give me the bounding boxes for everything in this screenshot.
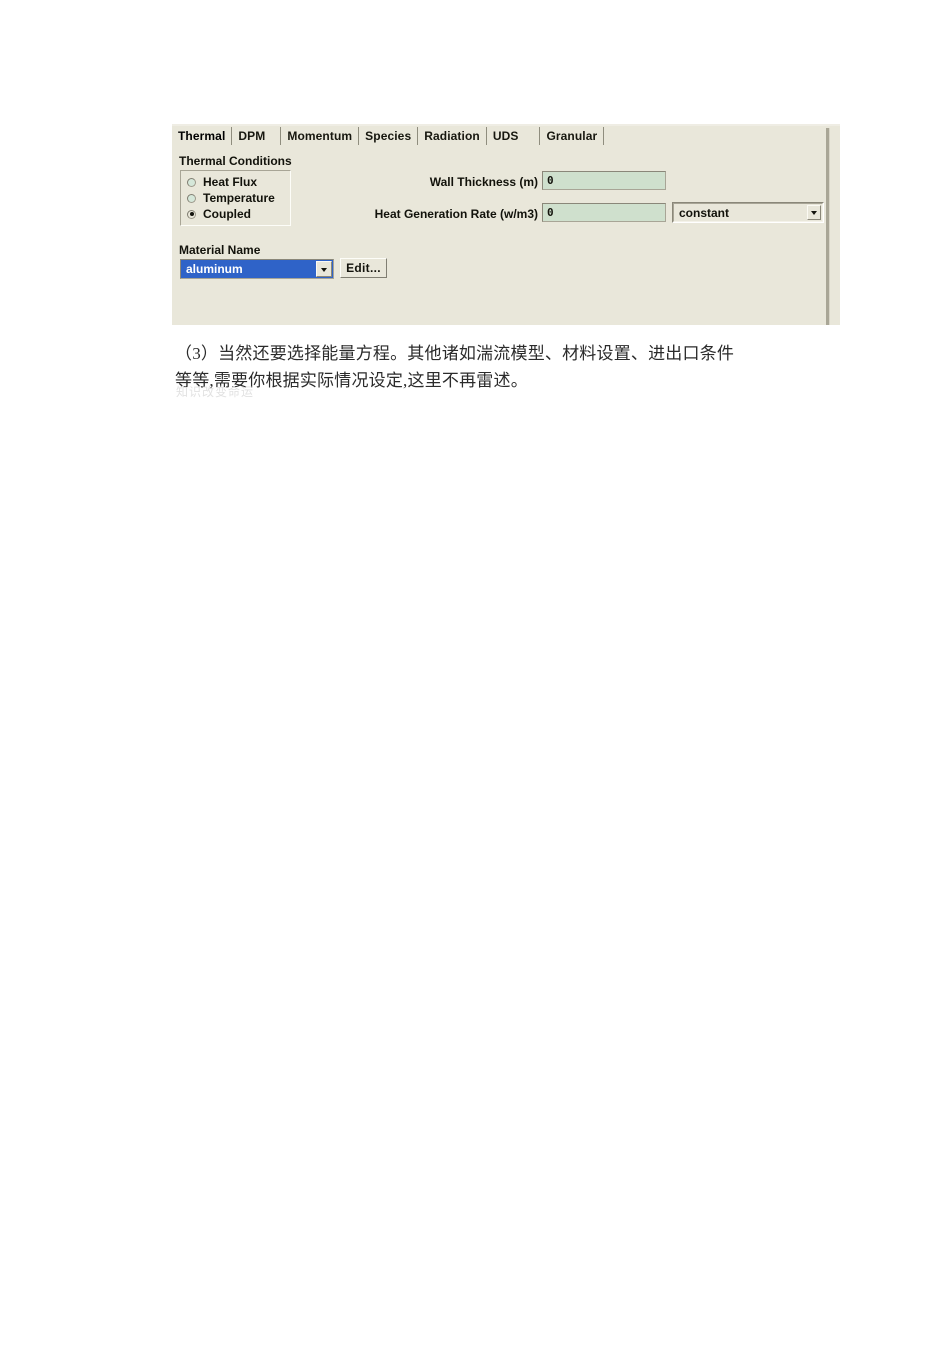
radio-option-heat-flux[interactable]: Heat Flux — [187, 174, 257, 190]
paragraph-line-1: （3）当然还要选择能量方程。其他诸如湍流模型、材料设置、进出口条件 — [175, 344, 735, 363]
tab-momentum[interactable]: Momentum — [281, 127, 359, 145]
radio-option-temperature[interactable]: Temperature — [187, 190, 275, 206]
page-watermark: 知识改变命运 — [176, 385, 255, 399]
thermal-conditions-label: Thermal Conditions — [179, 154, 292, 168]
tab-dpm-label: DPM — [238, 129, 266, 143]
heat-generation-rate-method-value: constant — [679, 205, 730, 220]
tab-dpm[interactable]: DPM — [232, 127, 282, 145]
tab-bar: Thermal DPM Momentum Species Radiation U… — [172, 127, 840, 147]
panel-right-divider — [826, 128, 829, 325]
material-name-value: aluminum — [186, 262, 243, 276]
tab-momentum-label: Momentum — [287, 129, 353, 143]
radio-temperature-icon[interactable] — [187, 193, 196, 203]
tab-thermal[interactable]: Thermal — [172, 127, 233, 145]
tab-granular-label: Granular — [546, 129, 598, 143]
radio-coupled-label: Coupled — [203, 207, 251, 221]
tab-species-label: Species — [365, 129, 412, 143]
heat-generation-rate-label: Heat Generation Rate (w/m3) — [374, 207, 538, 221]
material-name-dropdown[interactable]: aluminum — [180, 259, 334, 279]
tab-underline — [172, 145, 840, 146]
wall-thickness-input[interactable]: 0 — [542, 171, 666, 190]
edit-material-button-label: Edit... — [346, 261, 381, 275]
tab-radiation-label: Radiation — [424, 129, 480, 143]
document-paragraph: （3）当然还要选择能量方程。其他诸如湍流模型、材料设置、进出口条件 等等,需要你… — [175, 340, 815, 394]
tab-thermal-label: Thermal — [178, 129, 226, 143]
radio-heat-flux-label: Heat Flux — [203, 175, 258, 189]
heat-generation-rate-method-dropdown[interactable]: constant — [672, 202, 824, 223]
edit-material-button[interactable]: Edit... — [340, 258, 387, 278]
thermal-conditions-radio-group: Heat Flux Temperature Coupled — [180, 170, 291, 226]
tab-granular[interactable]: Granular — [540, 127, 605, 145]
chevron-down-icon[interactable] — [316, 261, 332, 277]
radio-heat-flux-icon[interactable] — [187, 177, 196, 187]
fluent-wall-thermal-panel: Thermal DPM Momentum Species Radiation U… — [172, 124, 840, 325]
tab-uds[interactable]: UDS — [487, 127, 541, 145]
radio-option-coupled[interactable]: Coupled — [187, 206, 251, 222]
paragraph-line-2: 等等,需要你根据实际情况设定,这里不再雷述。 — [175, 371, 528, 390]
tab-radiation[interactable]: Radiation — [418, 127, 487, 145]
tab-uds-label: UDS — [492, 129, 519, 143]
heat-generation-rate-input[interactable]: 0 — [542, 203, 666, 222]
chevron-down-icon[interactable] — [807, 205, 821, 220]
radio-coupled-icon[interactable] — [187, 209, 196, 219]
radio-temperature-label: Temperature — [203, 191, 275, 205]
wall-thickness-label: Wall Thickness (m) — [429, 175, 538, 189]
tab-species[interactable]: Species — [359, 127, 419, 145]
material-name-label: Material Name — [179, 243, 261, 257]
